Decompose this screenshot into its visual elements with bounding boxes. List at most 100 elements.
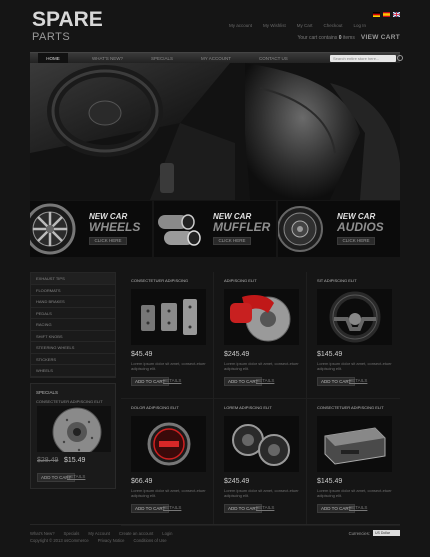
currencies-label: Currencies: (348, 531, 370, 536)
specials-old-price: $28.49 (37, 457, 59, 464)
details-link[interactable]: DETAILS (163, 505, 181, 510)
nav-specials[interactable]: SPECIALS (147, 53, 177, 64)
footer-link-whats-new[interactable]: What's New? (30, 531, 55, 536)
banner-wheels-button[interactable]: CLICK HERE (89, 237, 127, 245)
banner-muffler-line2: MUFFLER (213, 220, 271, 234)
category-racing[interactable]: RACING (31, 319, 115, 331)
category-stickers[interactable]: STICKERS (31, 354, 115, 365)
product-name[interactable]: CONSECTETUER ADIPISCING ELIT (317, 405, 384, 410)
product-description: Lorem ipsum dolor sit amet, consect-etue… (317, 361, 392, 371)
category-shift-knobs[interactable]: SHIFT KNOBS (31, 331, 115, 342)
specials-new-price: $15.49 (64, 457, 86, 464)
product-price: $145.49 (317, 478, 343, 485)
footer-link-privacy[interactable]: Privacy Notice (98, 538, 125, 543)
cart-count: 0 (338, 34, 342, 41)
footer: What's New? Specials My Account Create a… (30, 524, 400, 552)
footer-link-specials[interactable]: Specials (64, 531, 80, 536)
promo-banner-wheels[interactable]: NEW CAR WHEELS CLICK HERE (30, 201, 152, 257)
product-price: $66.49 (131, 478, 153, 485)
details-link[interactable]: DETAILS (256, 378, 274, 383)
details-link[interactable]: DETAILS (163, 378, 181, 383)
banner-wheels-line2: WHEELS (89, 220, 141, 234)
wheel-icon (30, 203, 76, 255)
product-name[interactable]: ADIPISCING ELIT (224, 278, 257, 283)
nav-contact-us[interactable]: CONTACT US (255, 53, 292, 64)
nav-whats-new[interactable]: WHAT'S NEW? (88, 53, 127, 64)
de-flag-icon[interactable] (373, 12, 380, 17)
car-speakers-image[interactable] (224, 416, 299, 472)
gb-flag-icon[interactable] (393, 12, 400, 17)
muffler-icon (158, 214, 201, 246)
category-steering-wheels[interactable]: STEERING WHEELS (31, 342, 115, 354)
category-hand-brakes[interactable]: HAND BRAKES (31, 296, 115, 308)
footer-link-login[interactable]: Login (162, 531, 172, 536)
nav-my-account[interactable]: MY ACCOUNT (197, 53, 235, 64)
top-link-my-wishlist[interactable]: My Wishlist (263, 23, 286, 28)
page: SPARE PARTS My account My Wishlist My Ca… (30, 0, 403, 557)
product-price: $245.49 (224, 478, 250, 485)
main-nav: HOME WHAT'S NEW? SPECIALS MY ACCOUNT CON… (30, 52, 403, 64)
product-price: $45.49 (131, 351, 153, 358)
footer-link-create-account[interactable]: Create an account (119, 531, 153, 536)
category-floormats[interactable]: FLOORMATS (31, 285, 115, 296)
speaker-icon (278, 206, 323, 252)
top-link-my-account[interactable]: My account (229, 23, 252, 28)
details-link[interactable]: DETAILS (256, 505, 274, 510)
top-link-my-cart[interactable]: My Cart (297, 23, 313, 28)
product-description: Lorem ipsum dolor sit amet, consect-etue… (131, 488, 206, 498)
banner-audios-button[interactable]: CLICK HERE (337, 237, 375, 245)
footer-links: What's New? Specials My Account Create a… (30, 531, 173, 536)
details-link[interactable]: DETAILS (349, 505, 367, 510)
product-description: Lorem ipsum dolor sit amet, consect-etue… (131, 361, 206, 371)
product-name[interactable]: LOREM ADIPISCING ELIT (224, 405, 272, 410)
product-card: CONSECTETUER ADIPISCING ELIT $145.49 Lor… (307, 399, 400, 525)
top-link-checkout[interactable]: Checkout (323, 23, 342, 28)
gauge-image[interactable] (131, 416, 206, 472)
product-grid: CONSECTETUER ADIPISCING $45.49 Lorem ips… (121, 272, 400, 526)
language-flags (373, 12, 400, 17)
footer-link-my-account[interactable]: My Account (88, 531, 110, 536)
category-exhaust-tips[interactable]: EXHAUST TIPS (31, 273, 115, 285)
search-input[interactable]: Search entire store here... (330, 55, 403, 62)
steering-wheel-image[interactable] (317, 289, 392, 345)
top-link-log-in[interactable]: Log In (353, 23, 366, 28)
cart-text: Your cart contains 0 items (297, 34, 355, 41)
promo-banner-muffler[interactable]: NEW CAR MUFFLER CLICK HERE (154, 201, 276, 257)
product-name[interactable]: DOLOR ADIPISCING ELIT (131, 405, 179, 410)
category-list: EXHAUST TIPS FLOORMATS HAND BRAKES PEDAL… (30, 272, 116, 378)
brake-disc-image[interactable] (37, 406, 111, 452)
product-card: ADIPISCING ELIT $245.49 Lorem ipsum dolo… (214, 272, 307, 398)
promo-banner-audios[interactable]: NEW CAR AUDIOS CLICK HERE (278, 201, 400, 257)
product-description: Lorem ipsum dolor sit amet, consect-etue… (317, 488, 392, 498)
pedal-set-image[interactable] (131, 289, 206, 345)
nav-home[interactable]: HOME (38, 52, 68, 64)
product-name[interactable]: SIT ADIPISCING ELIT (317, 278, 357, 283)
details-link[interactable]: DETAILS (349, 378, 367, 383)
specials-product-name[interactable]: CONSECTETUER ADIPISCING ELIT (31, 395, 115, 404)
product-name[interactable]: CONSECTETUER ADIPISCING (131, 278, 188, 283)
banner-muffler-button[interactable]: CLICK HERE (213, 237, 251, 245)
category-wheels[interactable]: WHEELS (31, 365, 115, 377)
logo-line1[interactable]: SPARE (32, 9, 103, 30)
brake-caliper-image[interactable] (224, 289, 299, 345)
es-flag-icon[interactable] (383, 12, 390, 17)
product-description: Lorem ipsum dolor sit amet, consect-etue… (224, 361, 299, 371)
copyright-text: Copyright © 2013 osCommerce (30, 538, 89, 543)
product-card: CONSECTETUER ADIPISCING $45.49 Lorem ips… (121, 272, 214, 398)
hero-banner-car-interior[interactable] (30, 63, 400, 200)
product-price: $245.49 (224, 351, 250, 358)
specials-details-link[interactable]: DETAILS (67, 474, 85, 479)
sidebar: EXHAUST TIPS FLOORMATS HAND BRAKES PEDAL… (30, 272, 116, 489)
product-price: $145.49 (317, 351, 343, 358)
search-icon[interactable] (397, 55, 403, 61)
specials-box: SPECIALS CONSECTETUER ADIPISCING ELIT $2… (30, 383, 116, 489)
cart-summary: Your cart contains 0 items VIEW CART (297, 34, 400, 41)
product-row: DOLOR ADIPISCING ELIT $66.49 Lorem ipsum… (121, 399, 400, 526)
amplifier-image[interactable] (317, 416, 392, 472)
product-card: DOLOR ADIPISCING ELIT $66.49 Lorem ipsum… (121, 399, 214, 525)
logo-line2[interactable]: PARTS (32, 31, 70, 43)
category-pedals[interactable]: PEDALS (31, 308, 115, 319)
currency-select[interactable]: US Dollar (373, 530, 400, 536)
view-cart-link[interactable]: VIEW CART (361, 34, 400, 41)
footer-link-conditions[interactable]: Conditions of Use (133, 538, 166, 543)
